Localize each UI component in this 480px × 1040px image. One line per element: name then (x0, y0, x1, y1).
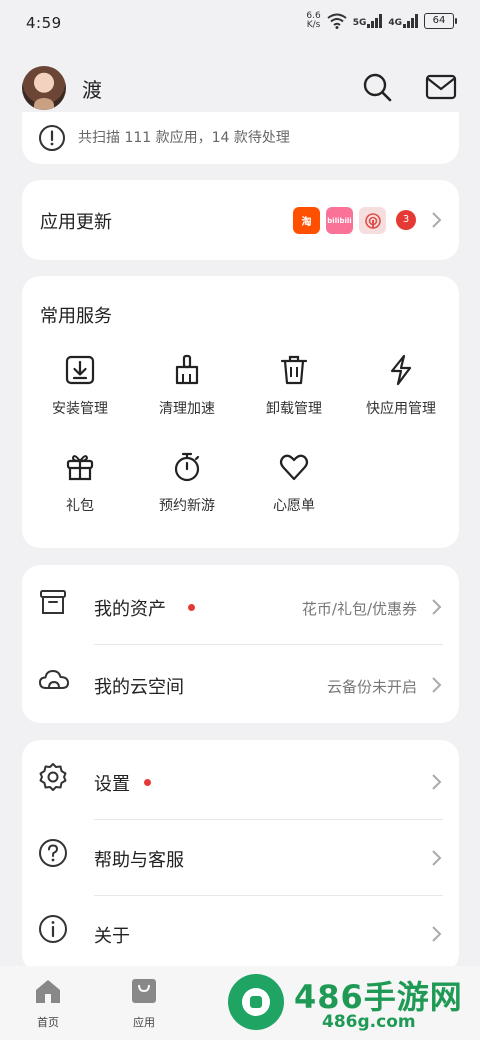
podcast-icon (364, 212, 381, 229)
help-icon (39, 839, 67, 867)
common-services-card: 常用服务 安装管理 清理加速 卸载管理 快应用管理 礼包 预约新游 心愿单 (22, 276, 459, 548)
chevron-right-icon (432, 677, 442, 693)
my-assets-label: 我的资产 (94, 599, 166, 620)
avatar[interactable] (22, 66, 66, 110)
broom-icon (175, 354, 199, 385)
help-support-label: 帮助与客服 (94, 850, 184, 871)
service-gift-pack[interactable]: 礼包 (25, 451, 135, 515)
lightning-icon (390, 354, 412, 386)
download-box-icon (65, 355, 95, 385)
watermark-url: 486g.com (322, 1012, 416, 1032)
chevron-right-icon (432, 926, 442, 942)
shopping-bag-icon (132, 979, 156, 1003)
service-wishlist[interactable]: 心愿单 (239, 451, 349, 515)
app-update-card[interactable]: 应用更新 淘 bilibili 3 (22, 180, 459, 260)
new-indicator-dot (144, 779, 151, 786)
status-bar: 4:59 6.6 K/s 5G 4G 64 (0, 0, 480, 48)
status-indicators: 6.6 K/s 5G 4G 64 (306, 11, 457, 30)
signal-bars-icon (367, 14, 383, 28)
about-label: 关于 (94, 926, 130, 947)
my-assets-value: 花币/礼包/优惠券 (301, 600, 417, 618)
message-icon[interactable] (424, 70, 458, 104)
site-watermark: 486手游网 486g.com (222, 966, 480, 1040)
cloud-icon (39, 670, 69, 689)
tab-home[interactable]: 首页 (18, 978, 78, 1030)
network-speed: 6.6 K/s (306, 11, 321, 30)
signal-bars-icon (403, 14, 418, 28)
alert-icon (39, 125, 65, 151)
chevron-right-icon (432, 599, 442, 615)
sim1-signal: 5G (353, 14, 383, 28)
bilibili-app-icon: bilibili (326, 207, 353, 234)
podcast-app-icon (359, 207, 386, 234)
update-count-badge: 3 (396, 210, 416, 230)
assets-card: 我的资产 花币/礼包/优惠券 我的云空间 云备份未开启 (22, 565, 459, 723)
cloud-space-value: 云备份未开启 (326, 678, 417, 696)
scan-notice-card[interactable]: 共扫描 111 款应用，14 款待处理 (22, 112, 459, 164)
chevron-right-icon (432, 774, 442, 790)
cloud-space-label: 我的云空间 (94, 677, 184, 698)
about-row[interactable]: 关于 (22, 894, 459, 972)
service-quick-app-manage[interactable]: 快应用管理 (346, 354, 456, 418)
search-icon[interactable] (360, 70, 394, 104)
my-assets-row[interactable]: 我的资产 花币/礼包/优惠券 (22, 567, 459, 645)
new-indicator-dot (188, 604, 195, 611)
status-time: 4:59 (26, 14, 62, 32)
service-uninstall-manage[interactable]: 卸载管理 (239, 354, 349, 418)
cloud-space-row[interactable]: 我的云空间 云备份未开启 (22, 645, 459, 723)
sim2-signal: 4G (388, 14, 418, 28)
service-clean-speedup[interactable]: 清理加速 (132, 354, 242, 418)
heart-icon (279, 454, 309, 481)
box-icon (40, 590, 66, 614)
gift-icon (66, 455, 94, 481)
tab-apps[interactable]: 应用 (114, 978, 174, 1030)
chevron-right-icon (432, 850, 442, 866)
service-install-manage[interactable]: 安装管理 (25, 354, 135, 418)
app-update-title: 应用更新 (40, 212, 112, 233)
home-icon (36, 980, 60, 1003)
battery-indicator: 64 (424, 13, 457, 29)
settings-card: 设置 帮助与客服 关于 (22, 740, 459, 972)
watermark-logo-icon (228, 974, 284, 1030)
help-support-row[interactable]: 帮助与客服 (22, 818, 459, 896)
info-icon (39, 915, 67, 943)
username[interactable]: 渡 (82, 74, 102, 103)
services-title: 常用服务 (40, 306, 112, 327)
gear-icon (39, 763, 67, 791)
settings-row[interactable]: 设置 (22, 742, 459, 820)
profile-header: 渡 (0, 56, 480, 120)
trash-icon (280, 355, 308, 385)
wifi-icon (327, 13, 347, 29)
settings-label: 设置 (94, 774, 130, 795)
taobao-app-icon: 淘 (293, 207, 320, 234)
chevron-right-icon (432, 212, 442, 228)
service-reserve-new-games[interactable]: 预约新游 (132, 451, 242, 515)
scan-notice-text: 共扫描 111 款应用，14 款待处理 (78, 130, 290, 146)
stopwatch-icon (174, 452, 200, 482)
